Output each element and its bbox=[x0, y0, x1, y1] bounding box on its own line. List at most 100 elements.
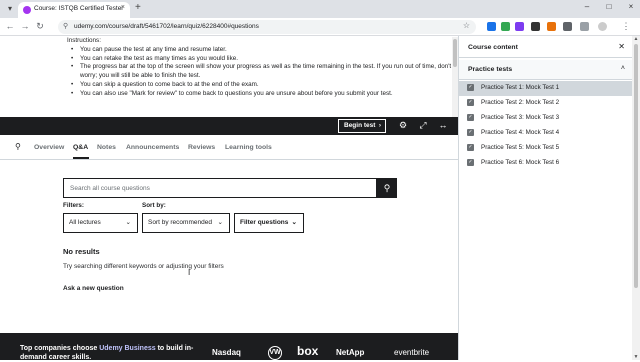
chevron-down-icon: ⌄ bbox=[217, 219, 223, 226]
new-tab-button[interactable]: + bbox=[135, 2, 141, 13]
udemy-business-link[interactable]: Udemy Business bbox=[99, 345, 155, 352]
begin-test-label: Begin test bbox=[344, 122, 376, 129]
browser-menu-icon[interactable]: ⋮ bbox=[620, 21, 632, 32]
instruction-item: You can retake the test as many times as… bbox=[70, 55, 458, 64]
instruction-item: You can skip a question to come back to … bbox=[70, 81, 458, 90]
lecture-title: Practice Test 5: Mock Test 5 bbox=[481, 144, 560, 151]
udemy-favicon-icon bbox=[23, 6, 31, 14]
back-arrow-icon[interactable]: ← bbox=[4, 21, 16, 31]
profile-avatar[interactable] bbox=[598, 22, 607, 31]
url-text[interactable]: udemy.com/course/draft/5461702/learn/qui… bbox=[74, 23, 259, 30]
tab-overview[interactable]: Overview bbox=[34, 144, 64, 151]
course-tabs: ⚲ Overview Q&A Notes Announcements Revie… bbox=[0, 136, 458, 160]
business-footer: Top companies choose Udemy Business to b… bbox=[0, 333, 458, 362]
sidepanel-icon[interactable] bbox=[580, 22, 589, 31]
chevron-down-icon: ⌄ bbox=[291, 219, 297, 226]
search-icon[interactable]: ⚲ bbox=[15, 142, 21, 151]
extensions-puzzle-icon[interactable] bbox=[563, 22, 572, 31]
address-bar[interactable]: ⚲ udemy.com/course/draft/5461702/learn/q… bbox=[58, 20, 476, 34]
fullscreen-icon[interactable]: ⤢ bbox=[417, 120, 429, 131]
page-scroll-thumb[interactable] bbox=[634, 44, 638, 288]
tab-announcements[interactable]: Announcements bbox=[126, 144, 179, 151]
sort-by-label: Sort by: bbox=[142, 202, 166, 209]
tab-reviews[interactable]: Reviews bbox=[188, 144, 215, 151]
checkbox-icon[interactable]: ✓ bbox=[467, 114, 474, 121]
tab-qa[interactable]: Q&A bbox=[73, 144, 88, 151]
filter-questions-button[interactable]: Filter questions ⌄ bbox=[234, 213, 304, 233]
course-content-header: Course content ✕ bbox=[459, 36, 633, 58]
no-results-heading: No results bbox=[63, 247, 100, 256]
close-window-button[interactable]: × bbox=[624, 2, 638, 11]
instruction-item: The progress bar at the top of the scree… bbox=[70, 63, 458, 81]
quiz-instructions: Instructions: You can pause the test at … bbox=[60, 37, 458, 117]
lecture-title: Practice Test 4: Mock Test 4 bbox=[481, 129, 560, 136]
sort-value: Sort by recommended bbox=[148, 219, 212, 226]
checkbox-icon[interactable]: ✓ bbox=[467, 144, 474, 151]
close-panel-icon[interactable]: ✕ bbox=[618, 42, 625, 51]
forward-arrow-icon[interactable]: → bbox=[19, 21, 31, 31]
tab-close-icon[interactable]: × bbox=[121, 4, 125, 11]
extension-icon-1[interactable] bbox=[487, 22, 496, 31]
chevron-right-icon: › bbox=[378, 122, 381, 129]
chevron-down-icon: ⌄ bbox=[125, 219, 131, 226]
lecture-item[interactable]: ✓ Practice Test 2: Mock Test 2 bbox=[459, 96, 633, 111]
no-results-hint: Try searching different keywords or adju… bbox=[63, 263, 224, 270]
eventbrite-logo: eventbrite bbox=[394, 348, 430, 357]
extension-icon-2[interactable] bbox=[501, 22, 510, 31]
instructions-heading: Instructions: bbox=[67, 37, 101, 44]
lecture-title: Practice Test 2: Mock Test 2 bbox=[481, 99, 560, 106]
lecture-item[interactable]: ✓ Practice Test 4: Mock Test 4 bbox=[459, 126, 633, 141]
lecture-title: Practice Test 3: Mock Test 3 bbox=[481, 114, 560, 121]
lecture-filter-value: All lectures bbox=[69, 219, 101, 226]
lecture-item[interactable]: ✓ Practice Test 1: Mock Test 1 bbox=[459, 81, 633, 96]
browser-toolbar: ← → ↻ ⚲ udemy.com/course/draft/5461702/l… bbox=[0, 18, 640, 36]
minimize-button[interactable]: – bbox=[580, 2, 594, 11]
page-scrollbar[interactable]: ▲ ▼ bbox=[632, 36, 640, 360]
lecture-title: Practice Test 6: Mock Test 6 bbox=[481, 159, 560, 166]
active-tab-underline bbox=[73, 157, 89, 159]
box-logo: box bbox=[297, 344, 319, 358]
lecture-filter-dropdown[interactable]: All lectures ⌄ bbox=[63, 213, 138, 233]
lecture-item[interactable]: ✓ Practice Test 5: Mock Test 5 bbox=[459, 141, 633, 156]
settings-gear-icon[interactable]: ⚙ bbox=[397, 120, 409, 131]
tab-notes[interactable]: Notes bbox=[97, 144, 116, 151]
nasdaq-logo: Nasdaq bbox=[212, 348, 241, 357]
search-icon: ⚲ bbox=[383, 183, 391, 193]
section-practice-tests[interactable]: Practice tests ˄ bbox=[459, 60, 633, 80]
begin-test-button[interactable]: Begin test › bbox=[338, 119, 386, 133]
browser-tab[interactable]: Course: ISTQB Certified Tester × bbox=[18, 2, 130, 18]
netapp-logo: NetApp bbox=[336, 348, 365, 357]
lock-icon[interactable]: ⚲ bbox=[63, 22, 68, 30]
lecture-item[interactable]: ✓ Practice Test 3: Mock Test 3 bbox=[459, 111, 633, 126]
footer-promo-text: Top companies choose Udemy Business to b… bbox=[20, 344, 210, 362]
expand-width-icon[interactable]: ↔ bbox=[437, 120, 449, 130]
qa-search-placeholder: Search all course questions bbox=[70, 185, 150, 192]
extension-icon-3[interactable] bbox=[515, 22, 524, 31]
ask-new-question-heading[interactable]: Ask a new question bbox=[63, 285, 124, 292]
tab-learning-tools[interactable]: Learning tools bbox=[225, 144, 272, 151]
filter-questions-label: Filter questions bbox=[240, 219, 289, 226]
checkbox-icon[interactable]: ✓ bbox=[467, 99, 474, 106]
qa-search-input[interactable]: Search all course questions bbox=[63, 178, 377, 198]
scroll-down-arrow-icon[interactable]: ▼ bbox=[632, 354, 640, 360]
lecture-item[interactable]: ✓ Practice Test 6: Mock Test 6 bbox=[459, 156, 633, 171]
tab-search-icon[interactable]: ▾ bbox=[5, 4, 15, 14]
reload-icon[interactable]: ↻ bbox=[34, 21, 46, 32]
checkbox-icon[interactable]: ✓ bbox=[467, 129, 474, 136]
lecture-title: Practice Test 1: Mock Test 1 bbox=[481, 84, 560, 91]
maximize-button[interactable]: □ bbox=[602, 2, 616, 11]
instructions-list: You can pause the test at any time and r… bbox=[70, 46, 458, 99]
bookmark-star-icon[interactable]: ☆ bbox=[463, 21, 470, 30]
checkbox-icon[interactable]: ✓ bbox=[467, 159, 474, 166]
pen-extension-icon[interactable] bbox=[531, 22, 540, 31]
scroll-up-arrow-icon[interactable]: ▲ bbox=[632, 36, 640, 42]
extension-icon-5[interactable] bbox=[547, 22, 556, 31]
instructions-scroll-thumb[interactable] bbox=[453, 39, 457, 67]
sort-dropdown[interactable]: Sort by recommended ⌄ bbox=[142, 213, 230, 233]
quiz-control-bar: Begin test › ⚙ ⤢ ↔ bbox=[0, 117, 458, 135]
qa-search-button[interactable]: ⚲ bbox=[377, 178, 397, 198]
instruction-item: You can pause the test at any time and r… bbox=[70, 46, 458, 55]
checkbox-icon[interactable]: ✓ bbox=[467, 84, 474, 91]
tab-title: Course: ISTQB Certified Tester bbox=[34, 5, 124, 12]
section-title: Practice tests bbox=[468, 66, 513, 73]
